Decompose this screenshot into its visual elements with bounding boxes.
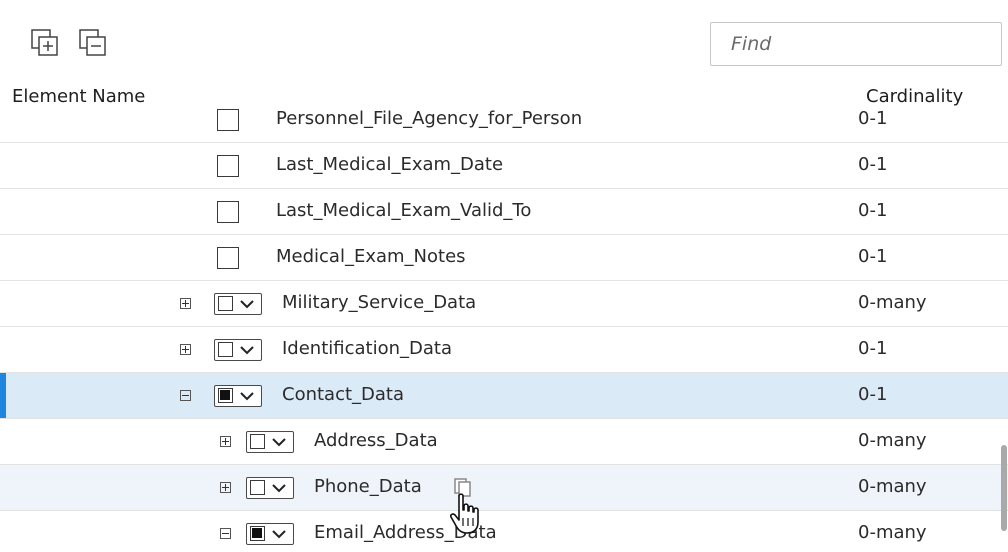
element-name: Personnel_File_Agency_for_Person — [276, 108, 583, 129]
expand-icon[interactable] — [180, 344, 191, 355]
expand-icon[interactable] — [220, 436, 231, 447]
checkbox-dropdown[interactable] — [246, 431, 294, 453]
tree-row-selected[interactable]: Contact_Data 0-1 — [0, 373, 1008, 419]
element-name: Phone_Data — [314, 476, 422, 497]
expand-icon[interactable] — [180, 298, 191, 309]
selection-indicator — [0, 373, 6, 418]
include-checkbox[interactable] — [217, 247, 239, 269]
tree-row-hover[interactable]: Phone_Data 0-many — [0, 465, 1008, 511]
collapse-icon[interactable] — [220, 528, 231, 539]
chevron-down-icon — [272, 530, 286, 539]
hand-cursor-icon — [450, 493, 479, 534]
include-checkbox[interactable] — [217, 109, 239, 131]
cardinality-value: 0-1 — [858, 338, 888, 359]
chevron-down-icon — [240, 346, 254, 355]
cardinality-value: 0-1 — [858, 384, 888, 405]
cardinality-value: 0-many — [858, 292, 927, 313]
expand-all-icon[interactable] — [30, 28, 60, 58]
checkbox-icon — [250, 480, 265, 495]
cardinality-value: 0-1 — [858, 200, 888, 221]
element-name: Address_Data — [314, 430, 438, 451]
checkbox-dropdown[interactable] — [246, 477, 294, 499]
element-name: Last_Medical_Exam_Valid_To — [276, 200, 532, 221]
chevron-down-icon — [272, 484, 286, 493]
chevron-down-icon — [240, 300, 254, 309]
checkbox-dropdown[interactable] — [246, 523, 294, 545]
tree-row[interactable]: Medical_Exam_Notes 0-1 — [0, 235, 1008, 281]
find-input[interactable] — [710, 22, 1002, 66]
chevron-down-icon — [272, 438, 286, 447]
element-name: Medical_Exam_Notes — [276, 246, 466, 267]
checkbox-checked-icon — [250, 526, 265, 541]
tree-row[interactable]: Personnel_File_Agency_for_Person 0-1 — [0, 98, 1008, 143]
element-tree: Personnel_File_Agency_for_Person 0-1 Las… — [0, 98, 1008, 552]
expand-icon[interactable] — [220, 482, 231, 493]
element-name: Military_Service_Data — [282, 292, 477, 313]
tree-row[interactable]: Identification_Data 0-1 — [0, 327, 1008, 373]
tree-row[interactable]: Last_Medical_Exam_Date 0-1 — [0, 143, 1008, 189]
checkbox-icon — [218, 296, 233, 311]
cardinality-value: 0-many — [858, 522, 927, 543]
checkbox-dropdown[interactable] — [214, 385, 262, 407]
include-checkbox[interactable] — [217, 201, 239, 223]
tree-row[interactable]: Military_Service_Data 0-many — [0, 281, 1008, 327]
cardinality-value: 0-1 — [858, 246, 888, 267]
checkbox-dropdown[interactable] — [214, 293, 262, 315]
checkbox-dropdown[interactable] — [214, 339, 262, 361]
tree-row[interactable]: Email_Address_Data 0-many — [0, 511, 1008, 552]
element-name: Contact_Data — [282, 384, 405, 405]
collapse-icon[interactable] — [180, 390, 191, 401]
element-name: Last_Medical_Exam_Date — [276, 154, 504, 175]
checkbox-icon — [250, 434, 265, 449]
cardinality-value: 0-1 — [858, 108, 888, 129]
element-name: Identification_Data — [282, 338, 452, 359]
chevron-down-icon — [240, 392, 254, 401]
checkbox-checked-icon — [218, 388, 233, 403]
include-checkbox[interactable] — [217, 155, 239, 177]
tree-row[interactable]: Address_Data 0-many — [0, 419, 1008, 465]
collapse-all-icon[interactable] — [78, 28, 108, 58]
cardinality-value: 0-many — [858, 476, 927, 497]
cardinality-value: 0-many — [858, 430, 927, 451]
vertical-scrollbar[interactable] — [1001, 445, 1007, 531]
cardinality-value: 0-1 — [858, 154, 888, 175]
tree-row[interactable]: Last_Medical_Exam_Valid_To 0-1 — [0, 189, 1008, 235]
checkbox-icon — [218, 342, 233, 357]
